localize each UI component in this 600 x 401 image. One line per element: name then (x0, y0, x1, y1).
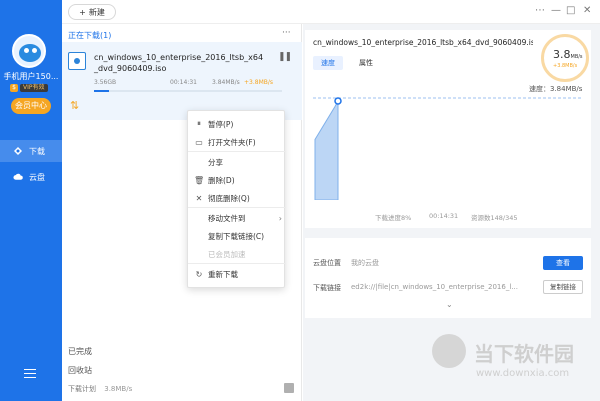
copy-link-button[interactable]: 复制链接 (543, 280, 583, 294)
sidebar-item-download[interactable]: 下载 (0, 140, 62, 162)
cloud-location-label: 云盘位置 (313, 259, 341, 267)
progress-bar (94, 90, 282, 92)
footer-time: 00:14:31 (429, 212, 459, 220)
cloud-info-card: 云盘位置 我的云盘 查看 下载链接 ed2k://|file|cn_window… (305, 238, 591, 318)
sidebar-item-cloud[interactable]: 云盘 (0, 166, 62, 188)
download-link-label: 下载链接 (313, 284, 341, 292)
context-menu-item[interactable]: 复制下载链接(C) (188, 229, 286, 243)
download-link-value: ed2k://|file|cn_windows_10_enterprise_20… (351, 283, 518, 291)
cloud-location-value: 我的云盘 (351, 259, 379, 267)
username[interactable]: 手机用户150... (2, 71, 60, 82)
new-task-label: 新建 (88, 7, 105, 17)
context-menu-label: 重新下载 (208, 269, 238, 279)
boost-arrow-icon: ⇅ (70, 99, 80, 112)
file-size: 3.56GB (94, 79, 117, 86)
pause-icon[interactable]: ❚❚ (278, 52, 292, 62)
vip-badge: VIP有效 (20, 84, 48, 92)
context-menu-item[interactable]: ▭ 打开文件夹(F) (188, 135, 286, 149)
chevron-down-icon[interactable]: ⌄ (446, 300, 453, 309)
hamburger-menu-icon[interactable] (24, 369, 36, 378)
vip-row: $ VIP有效 (10, 84, 48, 92)
sidebar-item-label: 云盘 (29, 172, 45, 182)
boost-speed: +3.8MB/s (244, 79, 274, 86)
context-menu-item[interactable]: 🗑 删除(D) (188, 173, 286, 187)
watermark: 当下软件园 www.downxia.com (432, 332, 600, 392)
refresh-icon: ↻ (195, 269, 203, 279)
speed-chart (313, 97, 583, 200)
top-toolbar: + 新建 ⋯ — □ ✕ (62, 0, 600, 24)
context-menu-label: 移动文件到 (208, 213, 246, 223)
time-remaining: 00:14:31 (170, 79, 197, 86)
recycle-bin-link[interactable]: 回收站 (68, 365, 92, 376)
watermark-url: www.downxia.com (476, 368, 570, 379)
download-speed: 3.84MB/s (212, 79, 240, 86)
watermark-logo-icon (432, 334, 466, 368)
completed-link[interactable]: 已完成 (68, 346, 92, 357)
context-menu-item[interactable]: ✕ 彻底删除(Q) (188, 191, 286, 205)
speed-boost: +3.8MB/s (553, 63, 578, 69)
close-icon[interactable]: ✕ (583, 5, 591, 16)
context-menu-separator (188, 207, 286, 208)
trash-icon: 🗑 (194, 175, 205, 185)
speed-current-point (334, 97, 342, 105)
context-menu-label: 复制下载链接(C) (208, 231, 265, 241)
member-center-button[interactable]: 会员中心 (11, 98, 51, 114)
context-menu-separator (188, 151, 286, 152)
context-menu-label: 打开文件夹(F) (208, 137, 256, 147)
speed-number: 3.8 (553, 48, 571, 61)
speed-value: 3.8MB/s (553, 48, 583, 61)
context-menu: ⏸ 暂停(P) ▭ 打开文件夹(F) 分享 🗑 删除(D) ✕ 彻底删除(Q) 移动文件到 › 复制下… (187, 110, 286, 288)
context-menu-item: 已会员加速 (188, 247, 286, 261)
folder-icon: ▭ (195, 137, 203, 147)
context-menu-separator (188, 263, 286, 264)
context-menu-label: 分享 (208, 157, 223, 167)
footer-resources: 资源数148/345 (471, 214, 518, 222)
context-menu-item[interactable]: 分享 (188, 155, 286, 169)
x-icon: ✕ (195, 193, 203, 203)
downloading-section-title[interactable]: 正在下载(1) (68, 30, 111, 41)
sidebar-item-label: 下载 (29, 146, 45, 156)
cloud-icon (13, 172, 23, 182)
speed-unit: MB/s (570, 54, 583, 60)
maximize-icon[interactable]: □ (566, 5, 575, 16)
avatar-eye (24, 48, 29, 53)
iso-file-icon (68, 52, 86, 70)
context-menu-label: 暂停(P) (208, 119, 234, 129)
context-menu-label: 已会员加速 (208, 249, 246, 259)
more-options-icon[interactable]: ··· (282, 28, 291, 38)
watermark-text: 当下软件园 (474, 342, 574, 366)
speed-area (314, 100, 339, 200)
context-menu-item[interactable]: 移动文件到 › (188, 211, 286, 225)
download-icon (13, 146, 23, 156)
avatar[interactable] (12, 34, 46, 68)
clear-trash-icon[interactable] (284, 383, 294, 393)
more-menu-icon[interactable]: ⋯ (535, 5, 545, 16)
context-menu-label: 彻底删除(Q) (208, 193, 250, 203)
speed-card: cn_windows_10_enterprise_2016_ltsb_x64_d… (305, 30, 591, 228)
download-plan-speed: 3.8MB/s (104, 385, 133, 393)
sidebar: 手机用户150... $ VIP有效 会员中心 下载 云盘 (0, 0, 62, 401)
minimize-icon[interactable]: — (551, 5, 561, 16)
plus-icon: + (79, 7, 86, 17)
download-plan[interactable]: 下载计划 3.8MB/s (68, 384, 132, 394)
avatar-eye (32, 48, 37, 53)
download-file-name: cn_windows_10_enterprise_2016_ltsb_x64_d… (94, 53, 264, 73)
context-menu-item[interactable]: ↻ 重新下载 (188, 267, 286, 281)
context-menu-label: 删除(D) (208, 175, 235, 185)
progress-fill (94, 90, 110, 92)
new-task-button[interactable]: + 新建 (68, 4, 116, 20)
download-plan-label: 下载计划 (68, 385, 96, 393)
avatar-face (19, 44, 41, 62)
tab-properties[interactable]: 属性 (351, 56, 381, 70)
download-item[interactable]: cn_windows_10_enterprise_2016_ltsb_x64_d… (62, 42, 302, 120)
coin-icon: $ (10, 84, 18, 92)
footer-progress: 下载进度8% (375, 214, 412, 222)
pause-icon: ⏸ (197, 119, 201, 128)
chevron-right-icon: › (278, 213, 282, 223)
tab-speed[interactable]: 速度 (313, 56, 343, 70)
speed-gauge: 3.8MB/s +3.8MB/s (541, 34, 589, 82)
view-button[interactable]: 查看 (543, 256, 583, 270)
detail-file-name: cn_windows_10_enterprise_2016_ltsb_x64_d… (313, 38, 533, 47)
context-menu-item[interactable]: ⏸ 暂停(P) (188, 117, 286, 131)
